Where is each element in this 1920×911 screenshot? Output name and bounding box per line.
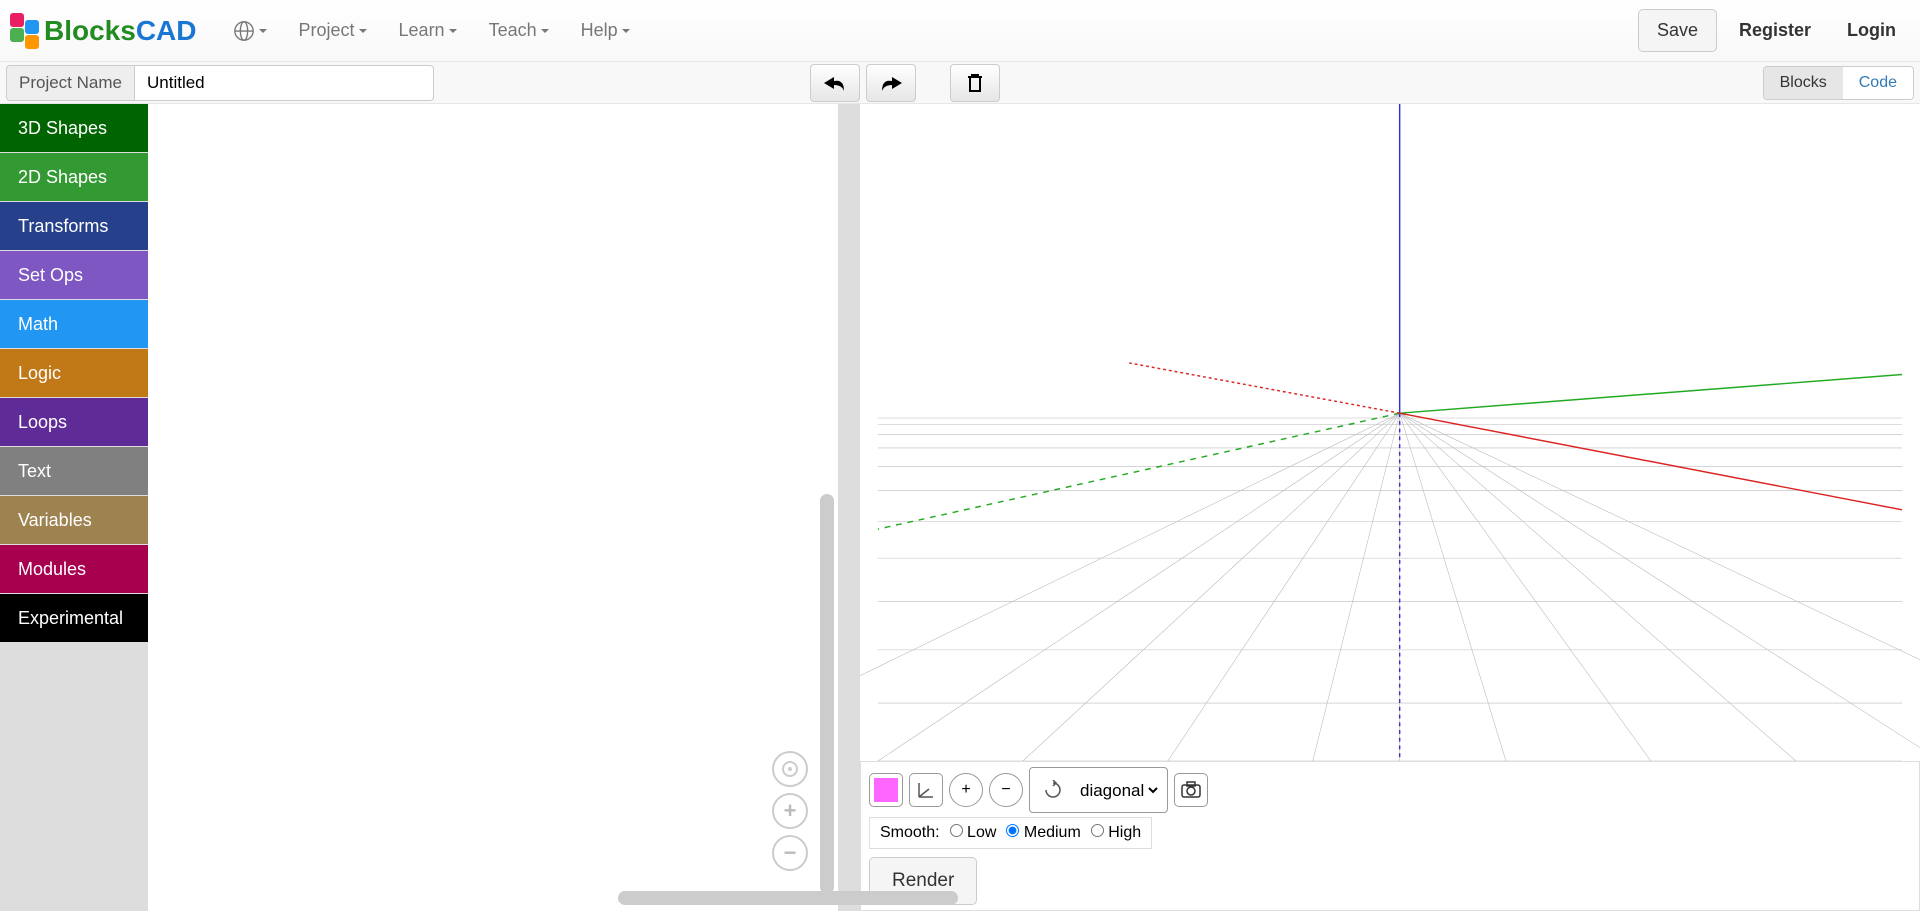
redo-icon — [878, 73, 904, 93]
smooth-control: Smooth: Low Medium High — [869, 817, 1152, 849]
camera-icon — [1180, 781, 1202, 799]
nav-teach[interactable]: Teach — [473, 12, 565, 49]
zoom-in-button[interactable]: + — [772, 793, 808, 829]
minus-icon: − — [784, 840, 797, 866]
nav-project[interactable]: Project — [283, 12, 383, 49]
smooth-medium[interactable]: Medium — [1006, 824, 1080, 842]
project-bar: Project Name Blocks Code — [0, 62, 1920, 104]
toggle-code[interactable]: Code — [1843, 67, 1913, 99]
login-link[interactable]: Login — [1833, 12, 1910, 49]
toggle-blocks[interactable]: Blocks — [1764, 67, 1843, 99]
minus-icon: − — [1001, 781, 1010, 799]
category-loops[interactable]: Loops — [0, 398, 148, 446]
category-set-ops[interactable]: Set Ops — [0, 251, 148, 299]
save-button[interactable]: Save — [1638, 9, 1717, 52]
category-variables[interactable]: Variables — [0, 496, 148, 544]
logo-text: BlocksCAD — [44, 15, 197, 47]
zoom-out-button[interactable]: − — [772, 835, 808, 871]
category-3d-shapes[interactable]: 3D Shapes — [0, 104, 148, 152]
category-transforms[interactable]: Transforms — [0, 202, 148, 250]
view-toggle: Blocks Code — [1763, 66, 1914, 100]
logo[interactable]: BlocksCAD — [10, 13, 197, 49]
view-select[interactable]: diagonal — [1076, 780, 1161, 801]
axes-icon — [915, 779, 937, 801]
main-area: 3D Shapes2D ShapesTransformsSet OpsMathL… — [0, 104, 1920, 911]
plus-icon: + — [784, 798, 797, 824]
logo-icon — [10, 13, 39, 49]
undo-button[interactable] — [810, 64, 860, 102]
category-experimental[interactable]: Experimental — [0, 594, 148, 642]
axes-toggle[interactable] — [909, 773, 943, 807]
blockly-workspace[interactable]: + − — [148, 104, 852, 911]
screenshot-button[interactable] — [1174, 773, 1208, 807]
zoom-in-view[interactable]: + — [949, 773, 983, 807]
category-math[interactable]: Math — [0, 300, 148, 348]
trash-button[interactable] — [950, 64, 1000, 102]
3d-canvas[interactable] — [860, 104, 1920, 761]
top-navbar: BlocksCAD Project Learn Teach Help Save … — [0, 0, 1920, 62]
category-logic[interactable]: Logic — [0, 349, 148, 397]
project-name-label: Project Name — [6, 65, 134, 101]
language-menu[interactable] — [217, 12, 283, 50]
nav-help[interactable]: Help — [565, 12, 646, 49]
viewport-panel: + − diagonal Smooth: Low Medium High Ren… — [860, 104, 1920, 911]
target-icon — [780, 759, 800, 779]
redo-button[interactable] — [866, 64, 916, 102]
smooth-low[interactable]: Low — [950, 824, 997, 842]
workspace-scrollbar-horizontal[interactable] — [618, 891, 958, 905]
globe-icon — [233, 20, 255, 42]
splitter[interactable] — [852, 104, 860, 911]
reset-view-button[interactable] — [1036, 773, 1070, 807]
smooth-high[interactable]: High — [1091, 824, 1141, 842]
plus-icon: + — [961, 781, 970, 799]
category-modules[interactable]: Modules — [0, 545, 148, 593]
trash-icon — [966, 73, 984, 93]
project-name-input[interactable] — [134, 65, 434, 101]
register-link[interactable]: Register — [1725, 12, 1825, 49]
category-text[interactable]: Text — [0, 447, 148, 495]
nav-learn[interactable]: Learn — [383, 12, 473, 49]
toolbox: 3D Shapes2D ShapesTransformsSet OpsMathL… — [0, 104, 148, 911]
rotate-icon — [1043, 780, 1063, 800]
color-swatch-icon — [874, 778, 898, 802]
workspace-scrollbar-vertical[interactable] — [820, 494, 834, 894]
viewport-controls: + − diagonal Smooth: Low Medium High Ren… — [860, 761, 1920, 911]
center-button[interactable] — [772, 751, 808, 787]
zoom-out-view[interactable]: − — [989, 773, 1023, 807]
color-picker[interactable] — [869, 773, 903, 807]
smooth-label: Smooth: — [880, 824, 940, 842]
undo-icon — [822, 73, 848, 93]
view-selector[interactable]: diagonal — [1029, 767, 1168, 813]
category-2d-shapes[interactable]: 2D Shapes — [0, 153, 148, 201]
